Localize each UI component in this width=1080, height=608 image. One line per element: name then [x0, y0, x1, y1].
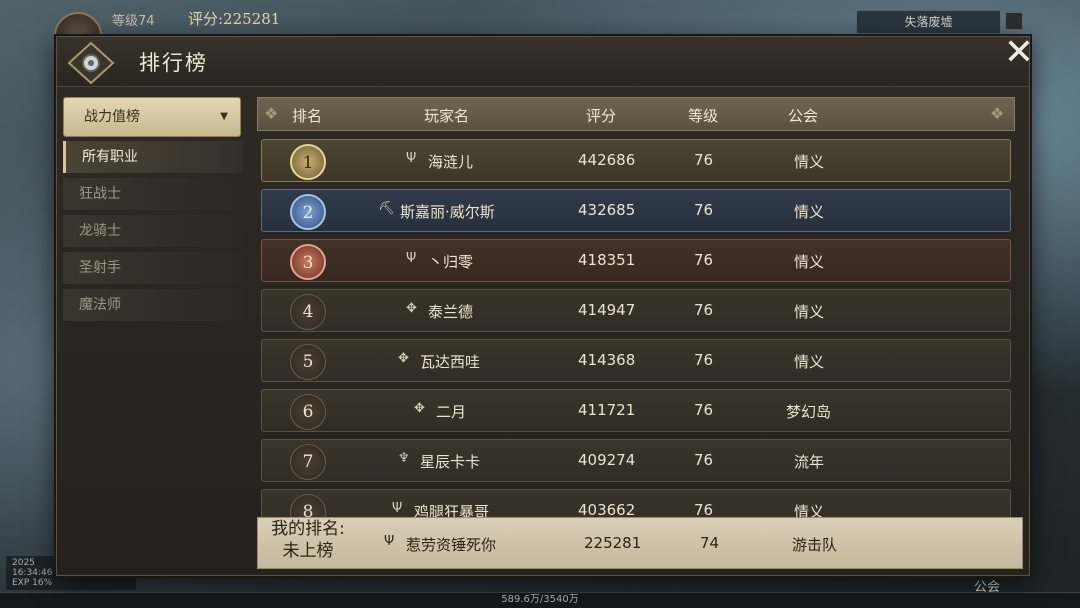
rank-number: 7: [290, 444, 326, 480]
player-level: 76: [694, 351, 714, 369]
class-icon: Ψ: [392, 501, 403, 516]
class-filter-mage[interactable]: 魔法师: [63, 289, 243, 321]
rank-medal-silver-icon: 2: [290, 194, 326, 230]
rank-number: 5: [290, 344, 326, 380]
header-level: 等级: [688, 107, 719, 125]
header-score: 评分: [586, 107, 617, 125]
ranking-table: ❖ 排名 玩家名 评分 等级 公会 ❖ 1 Ψ 海涟儿 442686 76 情义…: [257, 97, 1017, 577]
player-score: 418351: [578, 251, 636, 269]
player-name: 泰兰德: [428, 303, 474, 321]
player-level: 76: [694, 401, 714, 419]
class-icon: ♆: [398, 451, 410, 466]
class-icon: ✥: [398, 351, 409, 366]
player-guild: 情义: [794, 203, 825, 221]
table-row[interactable]: 5 ✥ 瓦达西哇 414368 76 情义: [261, 339, 1011, 382]
header-right-ornament-icon: ❖: [990, 104, 1005, 123]
ranking-rows: 1 Ψ 海涟儿 442686 76 情义 2 ⛏ 斯嘉丽·威尔斯 432685 …: [257, 139, 1017, 569]
player-name: 瓦达西哇: [420, 353, 481, 371]
player-guild: 情义: [794, 153, 825, 171]
table-row[interactable]: 2 ⛏ 斯嘉丽·威尔斯 432685 76 情义: [261, 189, 1011, 232]
dropdown-label: 战力值榜: [84, 109, 140, 125]
class-filter-list: 所有职业 狂战士 龙骑士 圣射手 魔法师: [63, 141, 243, 326]
class-icon: ✥: [414, 401, 425, 416]
my-score: 225281: [584, 534, 642, 552]
leaderboard-emblem-icon: [67, 41, 115, 85]
top-hud: 等级74 评分:225281 失落废墟: [0, 0, 1080, 60]
table-row[interactable]: 6 ✥ 二月 411721 76 梦幻岛: [261, 389, 1011, 432]
player-name: 二月: [436, 403, 467, 421]
player-guild: 情义: [794, 353, 825, 371]
minimap-toggle-button[interactable]: [1005, 12, 1023, 30]
player-level: 76: [694, 201, 714, 219]
status-exp-tag: EXP 16%: [12, 578, 53, 588]
player-guild: 情义: [794, 253, 825, 271]
table-row[interactable]: 1 Ψ 海涟儿 442686 76 情义: [261, 139, 1011, 182]
ranking-type-dropdown[interactable]: 战力值榜 ▼: [63, 97, 241, 137]
player-level: 76: [694, 151, 714, 169]
player-level: 76: [694, 251, 714, 269]
table-header: ❖ 排名 玩家名 评分 等级 公会 ❖: [257, 97, 1015, 131]
player-level: 等级74: [112, 14, 155, 29]
exp-bar: 589.6万/3540万: [0, 592, 1080, 608]
table-row[interactable]: 4 ✥ 泰兰德 414947 76 情义: [261, 289, 1011, 332]
class-icon: Ψ: [406, 251, 417, 266]
player-score: 409274: [578, 451, 636, 469]
panel-title: 排行榜: [139, 51, 208, 75]
player-guild: 流年: [794, 453, 825, 471]
class-icon: ✥: [406, 301, 417, 316]
table-row[interactable]: 3 Ψ 丶归零 418351 76 情义: [261, 239, 1011, 282]
header-guild: 公会: [788, 107, 819, 125]
rank-medal-bronze-icon: 3: [290, 244, 326, 280]
rank-medal-gold-icon: 1: [290, 144, 326, 180]
class-icon: Ψ: [406, 151, 417, 166]
player-score: 442686: [578, 151, 636, 169]
my-rank-title: 我的排名:: [271, 519, 345, 539]
close-button[interactable]: ✕: [999, 33, 1039, 73]
class-filter-dragon-knight[interactable]: 龙骑士: [63, 215, 243, 247]
my-player-name: 惹劳资锤死你: [406, 536, 497, 554]
player-name: 海涟儿: [428, 153, 474, 171]
player-name: 丶归零: [428, 253, 474, 271]
my-rank-status: 未上榜: [282, 541, 334, 561]
class-filter-all[interactable]: 所有职业: [63, 141, 243, 173]
player-guild: 梦幻岛: [786, 403, 832, 421]
player-name: 星辰卡卡: [420, 453, 481, 471]
class-icon: ⛏: [378, 201, 395, 216]
player-score: 432685: [578, 201, 636, 219]
player-score: 414947: [578, 301, 636, 319]
player-guild: 情义: [794, 303, 825, 321]
my-guild: 游击队: [792, 536, 838, 554]
panel-header: 排行榜 ✕: [57, 33, 1034, 87]
rank-number: 4: [290, 294, 326, 330]
player-name: 斯嘉丽·威尔斯: [400, 203, 495, 221]
exp-text: 589.6万/3540万: [501, 594, 579, 605]
class-icon: Ψ: [384, 534, 395, 549]
class-filter-berserker[interactable]: 狂战士: [63, 178, 243, 210]
player-score: 414368: [578, 351, 636, 369]
my-level: 74: [700, 534, 720, 552]
table-row[interactable]: 7 ♆ 星辰卡卡 409274 76 流年: [261, 439, 1011, 482]
my-rank-bar: 我的排名: 未上榜 Ψ 惹劳资锤死你 225281 74 游击队: [257, 517, 1023, 569]
header-left-ornament-icon: ❖: [264, 104, 279, 123]
header-rank: 排名: [292, 107, 323, 125]
chevron-down-icon: ▼: [220, 111, 228, 122]
my-rank-label: 我的排名: 未上榜: [258, 518, 358, 562]
player-level: 76: [694, 301, 714, 319]
leaderboard-panel: 排行榜 ✕ 战力值榜 ▼ 所有职业 狂战士 龙骑士 圣射手 魔法师 ❖ 排名 玩…: [56, 33, 1034, 577]
header-name: 玩家名: [424, 107, 470, 125]
player-level: 76: [694, 451, 714, 469]
zone-name: 失落废墟: [856, 10, 1001, 34]
player-score: 411721: [578, 401, 636, 419]
class-filter-archer[interactable]: 圣射手: [63, 252, 243, 284]
sidebar: 战力值榜 ▼ 所有职业 狂战士 龙骑士 圣射手 魔法师: [63, 97, 243, 567]
player-score: 评分:225281: [188, 10, 281, 28]
rank-number: 6: [290, 394, 326, 430]
